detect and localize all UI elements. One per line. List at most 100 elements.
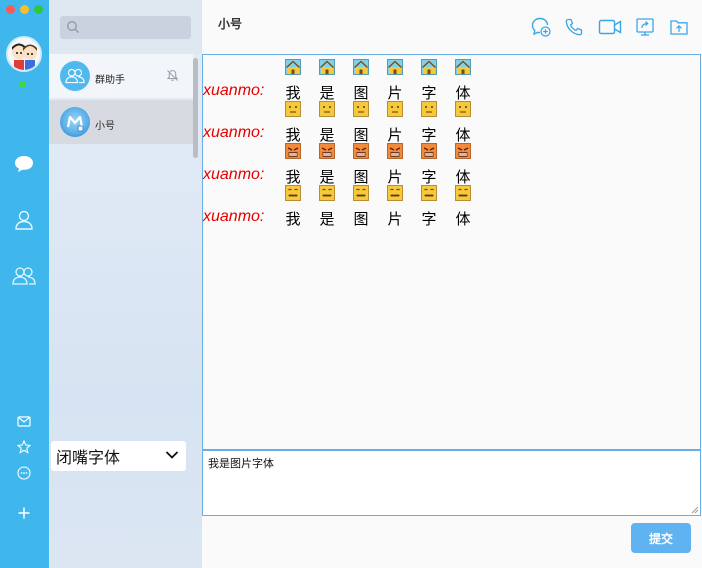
nav-mail[interactable]	[10, 407, 38, 435]
minimize-window-button[interactable]	[20, 5, 29, 14]
xiaohao-avatar	[60, 107, 90, 137]
glyph-character: 体	[455, 211, 471, 228]
glyph-character: 我	[285, 169, 301, 186]
house-face-emoji-icon	[285, 59, 301, 75]
glyph-character: 片	[387, 127, 403, 144]
message-row: xuanmo: 我 是 图 片 字 体	[203, 185, 523, 228]
voice-call-button[interactable]	[563, 16, 585, 38]
chat-panel: 小号 xuanmo: 我 是 图 片 字 体 xuanmo: 我 是 图 片 字…	[202, 0, 702, 568]
plain-face-emoji-icon	[353, 101, 369, 117]
glyph-character: 我	[285, 211, 301, 228]
glyph-character: 片	[387, 85, 403, 102]
mute-bell-icon	[166, 69, 179, 81]
zipper-face-emoji-icon	[421, 185, 437, 201]
glyph-character: 字	[421, 211, 437, 228]
glyph-character: 体	[455, 169, 471, 186]
submit-button[interactable]: 提交	[631, 523, 691, 553]
glyph-character: 图	[353, 211, 369, 228]
zipper-face-emoji-icon	[285, 185, 301, 201]
plain-face-emoji-icon	[421, 101, 437, 117]
plain-face-emoji-icon	[387, 101, 403, 117]
search-input[interactable]	[60, 16, 191, 39]
glyph-character: 字	[421, 85, 437, 102]
share-screen-button[interactable]	[634, 16, 656, 38]
star-icon	[17, 440, 31, 454]
search-bar-area	[49, 0, 202, 54]
phone-icon	[565, 18, 583, 36]
glyph-character: 是	[319, 169, 335, 186]
maximize-window-button[interactable]	[34, 5, 43, 14]
group-icon	[12, 267, 36, 285]
nav-more[interactable]	[10, 459, 38, 487]
glyph-character: 体	[455, 127, 471, 144]
angry-face-emoji-icon	[285, 143, 301, 159]
chat-bubble-icon	[15, 156, 33, 172]
message-sender: xuanmo:	[203, 208, 265, 225]
message-input[interactable]: 我是图片字体	[202, 450, 701, 516]
plus-icon	[18, 507, 30, 519]
conversation-item-group-assistant[interactable]: 群助手	[49, 54, 193, 98]
message-input-text: 我是图片字体	[208, 458, 274, 470]
resize-handle-icon[interactable]	[690, 505, 699, 514]
glyph-character: 字	[421, 169, 437, 186]
nav-favorites[interactable]	[10, 433, 38, 461]
house-face-emoji-icon	[353, 59, 369, 75]
angry-face-emoji-icon	[455, 143, 471, 159]
nav-contacts[interactable]	[10, 206, 38, 234]
chat-header: 小号	[202, 0, 702, 54]
glyph-character: 体	[455, 85, 471, 102]
message-sender: xuanmo:	[203, 82, 265, 99]
font-select-value: 闭嘴字体	[56, 450, 121, 467]
house-face-emoji-icon	[455, 59, 471, 75]
glyph-character: 我	[285, 85, 301, 102]
conversation-name: 小号	[95, 121, 115, 132]
message-area: xuanmo: 我是图片字体 xuanmo: 我是图片字体 xuanmo: 我是图片字体 x…	[202, 54, 701, 450]
nav-chat[interactable]	[10, 150, 38, 178]
search-icon	[67, 21, 79, 33]
add-chat-button[interactable]	[530, 16, 552, 38]
glyph-character: 是	[319, 211, 335, 228]
group-assistant-avatar	[60, 61, 90, 91]
glyph-character: 片	[387, 169, 403, 186]
group-icon	[65, 68, 85, 84]
conversation-name: 群助手	[95, 75, 125, 86]
add-button[interactable]	[10, 499, 38, 527]
glyph-character: 字	[421, 127, 437, 144]
submit-button-label: 提交	[648, 531, 673, 546]
plain-face-emoji-icon	[285, 101, 301, 117]
message-sender: xuanmo:	[203, 124, 265, 141]
glyph-character: 是	[319, 127, 335, 144]
chat-title: 小号	[218, 17, 243, 31]
cartoon-couple-avatar-icon	[8, 38, 40, 70]
message-row: xuanmo: 我 是 图 片 字 体	[203, 59, 523, 102]
zipper-face-emoji-icon	[455, 185, 471, 201]
mail-icon	[17, 415, 31, 427]
chevron-down-icon	[165, 451, 179, 459]
glyph-character: 是	[319, 85, 335, 102]
glyph-character: 片	[387, 211, 403, 228]
file-upload-icon	[670, 20, 688, 35]
house-face-emoji-icon	[421, 59, 437, 75]
plain-face-emoji-icon	[319, 101, 335, 117]
zipper-face-emoji-icon	[353, 185, 369, 201]
conversation-list: 群助手 小号 闭嘴字体	[49, 0, 202, 568]
send-file-button[interactable]	[668, 16, 690, 38]
online-status-indicator	[19, 81, 26, 88]
zipper-face-emoji-icon	[387, 185, 403, 201]
conversation-item-xiaohao[interactable]: 小号	[49, 100, 193, 144]
nav-rail	[0, 0, 49, 568]
video-call-button[interactable]	[597, 16, 623, 38]
nav-groups[interactable]	[10, 262, 38, 290]
font-select[interactable]: 闭嘴字体	[51, 441, 186, 471]
message-sender: xuanmo:	[203, 166, 265, 183]
user-avatar[interactable]	[6, 36, 42, 72]
angry-face-emoji-icon	[319, 143, 335, 159]
user-avatar-icon	[66, 115, 84, 132]
message-row: xuanmo: 我 是 图 片 字 体	[203, 143, 523, 186]
message-row: xuanmo: 我 是 图 片 字 体	[203, 101, 523, 144]
list-scrollbar[interactable]	[193, 58, 198, 158]
close-window-button[interactable]	[6, 5, 15, 14]
video-icon	[598, 19, 622, 35]
plain-face-emoji-icon	[455, 101, 471, 117]
share-screen-icon	[636, 18, 654, 36]
